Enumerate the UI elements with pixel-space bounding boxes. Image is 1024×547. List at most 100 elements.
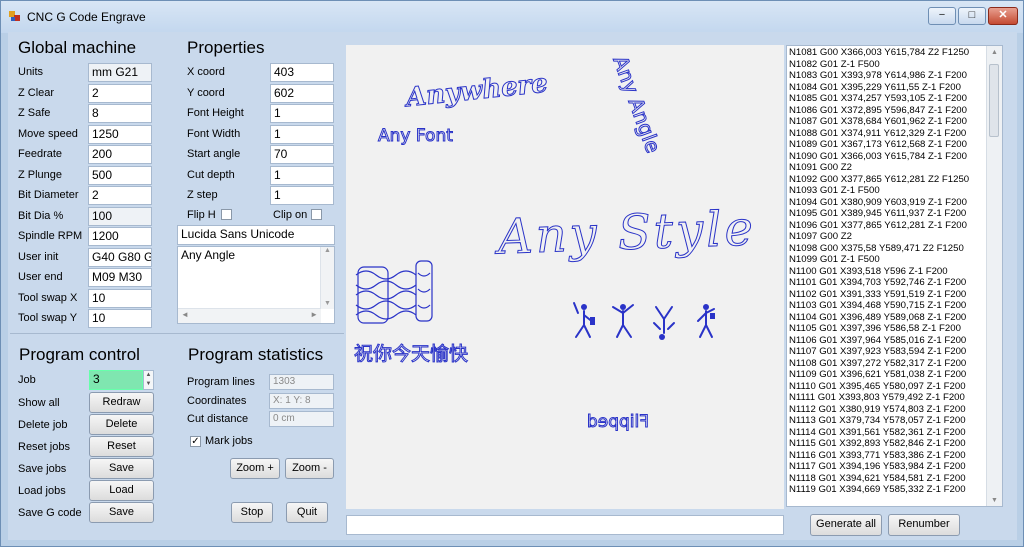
engrave-preview-canvas[interactable]: Anywhere Any Font Any Angle Any Style 祝你… bbox=[346, 45, 784, 509]
field-input[interactable]: 500 bbox=[88, 165, 152, 185]
stop-button[interactable]: Stop bbox=[231, 502, 273, 523]
field-input[interactable]: 2 bbox=[88, 186, 152, 205]
gcode-line: N1099 G01 Z-1 F500 bbox=[789, 254, 880, 265]
field-input[interactable]: 10 bbox=[88, 288, 152, 308]
control-label: Load jobs bbox=[18, 485, 66, 497]
scroll-thumb[interactable] bbox=[989, 64, 999, 137]
clip-on-checkbox[interactable] bbox=[311, 209, 322, 220]
control-label: Show all bbox=[18, 397, 60, 409]
stat-label: Coordinates bbox=[187, 394, 247, 407]
field-label: User init bbox=[18, 250, 59, 263]
gcode-line: N1108 G01 X397,272 Y582,317 Z-1 F200 bbox=[789, 357, 967, 369]
field-input[interactable]: mm G21 bbox=[88, 63, 152, 82]
gcode-line: N1113 G01 X379,734 Y578,057 Z-1 F200 bbox=[789, 415, 966, 426]
text-horizontal-scrollbar[interactable]: ◄ ► bbox=[178, 308, 321, 323]
property-input[interactable]: 1 bbox=[270, 104, 334, 123]
maximize-button[interactable]: □ bbox=[958, 7, 986, 25]
control-button[interactable]: Delete bbox=[89, 414, 154, 435]
property-input[interactable]: 403 bbox=[270, 63, 334, 82]
flipped-text: Flipped bbox=[587, 412, 649, 432]
font-name-field[interactable]: Lucida Sans Unicode bbox=[177, 225, 335, 245]
scroll-left-icon: ◄ bbox=[181, 310, 189, 319]
quit-button[interactable]: Quit bbox=[286, 502, 328, 523]
control-label: Save G code bbox=[18, 507, 82, 519]
job-number-input[interactable]: 3 bbox=[89, 370, 143, 390]
property-input[interactable]: 1 bbox=[270, 165, 334, 185]
gcode-line: N1117 G01 X394,196 Y583,984 Z-1 F200 bbox=[789, 461, 966, 472]
field-label: Units bbox=[18, 66, 44, 78]
any-angle-text: Any Angle bbox=[608, 53, 665, 157]
spin-up-icon[interactable]: ▲ bbox=[144, 371, 153, 380]
property-input[interactable]: 70 bbox=[270, 145, 334, 164]
gcode-line: N1105 G01 X397,396 Y586,58 Z-1 F200 bbox=[789, 323, 961, 334]
gcode-line: N1088 G01 X374,911 Y612,329 Z-1 F200 bbox=[789, 127, 967, 139]
gcode-line: N1119 G01 X394,669 Y585,332 Z-1 F200 bbox=[789, 484, 966, 495]
control-button[interactable]: Save bbox=[89, 458, 154, 479]
gcode-line: N1087 G01 X378,684 Y601,962 Z-1 F200 bbox=[789, 116, 967, 127]
gcode-line: N1114 G01 X391,561 Y582,361 Z-1 F200 bbox=[789, 426, 966, 438]
stat-value: 0 cm bbox=[269, 411, 334, 427]
program-statistics-heading: Program statistics bbox=[188, 345, 324, 364]
gcode-line: N1101 G01 X394,703 Y592,746 Z-1 F200 bbox=[789, 277, 967, 288]
gcode-line: N1098 G00 X375,58 Y589,471 Z2 F1250 bbox=[789, 242, 964, 254]
control-button[interactable]: Redraw bbox=[89, 392, 154, 413]
global-machine-heading: Global machine bbox=[18, 38, 137, 57]
renumber-button[interactable]: Renumber bbox=[888, 514, 960, 536]
job-spinner[interactable]: ▲ ▼ bbox=[143, 370, 154, 390]
field-input[interactable]: 1250 bbox=[88, 124, 152, 144]
field-input[interactable]: 100 bbox=[88, 206, 152, 226]
stat-label: Cut distance bbox=[187, 413, 249, 425]
clip-on-label: Clip on bbox=[273, 209, 308, 221]
gcode-line: N1106 G01 X397,964 Y585,016 Z-1 F200 bbox=[789, 334, 967, 346]
field-input[interactable]: 2 bbox=[88, 83, 152, 103]
gcode-line: N1082 G01 Z-1 F500 bbox=[789, 58, 880, 70]
text-input-area[interactable]: Any Angle ▲ ▼ ◄ ► bbox=[177, 246, 335, 324]
property-input[interactable]: 1 bbox=[270, 186, 334, 205]
field-label: Z Plunge bbox=[18, 168, 63, 181]
field-label: Spindle RPM bbox=[18, 230, 83, 242]
property-label: Cut depth bbox=[187, 168, 235, 181]
stat-label: Program lines bbox=[187, 376, 255, 388]
field-label: Bit Dia % bbox=[18, 209, 64, 222]
job-label: Job bbox=[18, 374, 36, 386]
field-input[interactable]: 1200 bbox=[88, 227, 152, 246]
field-input[interactable]: M09 M30 bbox=[88, 268, 152, 287]
field-input[interactable]: 8 bbox=[88, 104, 152, 123]
gcode-line: N1086 G01 X372,895 Y596,847 Z-1 F200 bbox=[789, 104, 967, 116]
property-input[interactable]: 602 bbox=[270, 83, 334, 103]
scroll-up-icon[interactable]: ▲ bbox=[987, 46, 1002, 56]
field-label: Move speed bbox=[18, 127, 78, 140]
control-button[interactable]: Load bbox=[89, 480, 154, 501]
gcode-line: N1084 G01 X395,229 Y611,55 Z-1 F200 bbox=[789, 81, 961, 93]
scroll-down-icon[interactable]: ▼ bbox=[987, 497, 1002, 504]
field-input[interactable]: G40 G80 G bbox=[88, 247, 152, 267]
gcode-listing[interactable]: N1081 G00 X366,003 Y615,784 Z2 F1250 N108… bbox=[786, 45, 1003, 507]
mark-jobs-checkbox[interactable]: ✓ bbox=[190, 436, 201, 447]
gcode-lines: N1081 G00 X366,003 Y615,784 Z2 F1250 N108… bbox=[787, 46, 1002, 496]
control-button[interactable]: Reset bbox=[89, 436, 154, 457]
scroll-right-icon: ► bbox=[310, 310, 318, 319]
gcode-line: N1096 G01 X377,865 Y612,281 Z-1 F200 bbox=[789, 219, 967, 231]
close-button[interactable]: ✕ bbox=[988, 7, 1018, 25]
field-label: Feedrate bbox=[18, 148, 63, 160]
zoom-in-button[interactable]: Zoom + bbox=[230, 458, 280, 479]
flip-h-checkbox[interactable] bbox=[221, 209, 232, 220]
spin-down-icon[interactable]: ▼ bbox=[144, 380, 153, 389]
gcode-line: N1100 G01 X393,518 Y596 Z-1 F200 bbox=[789, 265, 948, 277]
control-button[interactable]: Save bbox=[89, 502, 154, 523]
command-input[interactable] bbox=[346, 515, 784, 535]
preview-drawing: Anywhere Any Font Any Angle Any Style 祝你… bbox=[354, 52, 758, 432]
minimize-button[interactable]: − bbox=[928, 7, 956, 25]
properties-heading: Properties bbox=[187, 38, 265, 57]
generate-all-button[interactable]: Generate all bbox=[810, 514, 882, 536]
text-vertical-scrollbar[interactable]: ▲ ▼ bbox=[320, 247, 334, 309]
gcode-line: N1103 G01 X394,468 Y590,715 Z-1 F200 bbox=[789, 300, 967, 311]
property-label: Z step bbox=[187, 189, 218, 201]
zoom-out-button[interactable]: Zoom - bbox=[285, 458, 334, 479]
program-control-heading: Program control bbox=[19, 345, 140, 364]
field-input[interactable]: 200 bbox=[88, 145, 152, 164]
gcode-scrollbar[interactable]: ▲ ▼ bbox=[986, 46, 1002, 506]
gcode-line: N1112 G01 X380,919 Y574,803 Z-1 F200 bbox=[789, 403, 966, 415]
property-input[interactable]: 1 bbox=[270, 124, 334, 144]
field-input[interactable]: 10 bbox=[88, 309, 152, 328]
